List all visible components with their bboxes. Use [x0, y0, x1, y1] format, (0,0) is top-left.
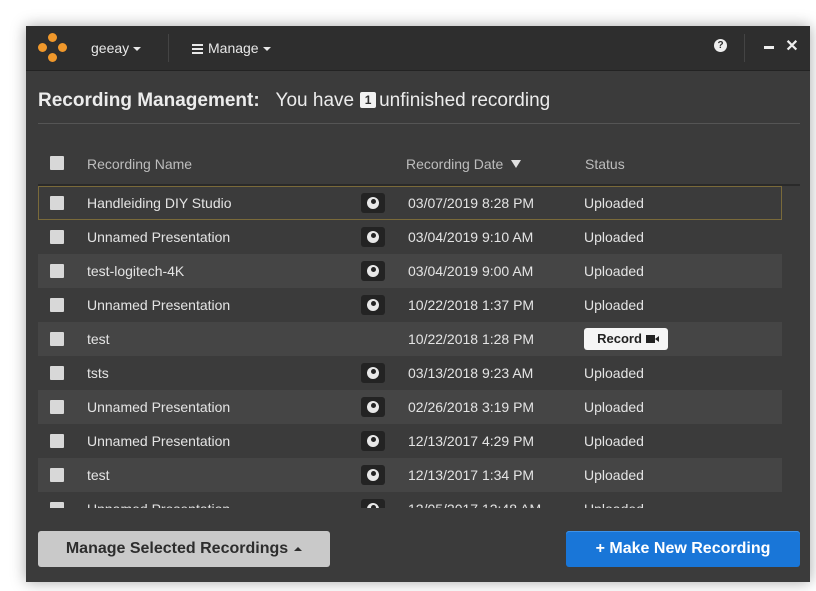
user-menu-button[interactable]: geeay: [91, 38, 142, 58]
globe-icon[interactable]: [361, 431, 385, 451]
page-title: Recording Management: You have 1 unfinishe…: [38, 90, 550, 112]
recording-name: tsts: [87, 365, 109, 381]
chevron-down-icon: [133, 47, 142, 52]
recording-date: 02/26/2018 3:19 PM: [408, 399, 535, 415]
table-row[interactable]: Unnamed Presentation 03/04/2019 9:10 AM …: [38, 220, 782, 254]
recording-name: test: [87, 331, 110, 347]
recording-name: test: [87, 467, 110, 483]
record-button[interactable]: Record: [584, 328, 668, 350]
list-icon: [192, 44, 203, 54]
recording-status: Uploaded: [584, 263, 644, 279]
recording-name: Unnamed Presentation: [87, 297, 231, 313]
row-checkbox[interactable]: [50, 264, 64, 278]
table-row[interactable]: Unnamed Presentation 12/05/2017 12:48 AM…: [38, 492, 782, 508]
table-row[interactable]: tsts 03/13/2018 9:23 AM Uploaded: [38, 356, 782, 390]
divider: [38, 123, 800, 124]
select-all-checkbox[interactable]: [50, 156, 64, 170]
recording-name: Unnamed Presentation: [87, 433, 231, 449]
manage-menu-button[interactable]: Manage: [192, 38, 271, 58]
row-checkbox[interactable]: [50, 332, 64, 346]
footer-bar: Manage Selected Recordings + Make New Re…: [26, 508, 810, 582]
recording-date: 12/13/2017 1:34 PM: [408, 467, 535, 483]
recording-status: Uploaded: [584, 195, 644, 211]
user-menu-label: geeay: [91, 40, 130, 56]
table-row[interactable]: test 10/22/2018 1:28 PM Record: [38, 322, 782, 356]
recording-name: Unnamed Presentation: [87, 229, 231, 245]
chevron-down-icon: [262, 47, 271, 52]
table-row[interactable]: test 12/13/2017 1:34 PM Uploaded: [38, 458, 782, 492]
manage-selected-label: Manage Selected Recordings: [65, 540, 289, 557]
minimize-icon[interactable]: [764, 46, 774, 49]
row-checkbox[interactable]: [50, 366, 64, 380]
unfinished-suffix: unfinished recording: [379, 90, 551, 111]
globe-icon[interactable]: [361, 295, 385, 315]
globe-icon[interactable]: [361, 193, 385, 213]
table-row[interactable]: Unnamed Presentation 10/22/2018 1:37 PM …: [38, 288, 782, 322]
column-header-date-label: Recording Date: [406, 156, 504, 172]
row-checkbox[interactable]: [50, 298, 64, 312]
recording-date: 03/04/2019 9:10 AM: [408, 229, 534, 245]
row-checkbox[interactable]: [50, 196, 64, 210]
chevron-up-icon: [294, 546, 303, 551]
recording-date: 03/13/2018 9:23 AM: [408, 365, 534, 381]
recording-status: Uploaded: [584, 229, 644, 245]
help-icon[interactable]: ?: [714, 39, 727, 52]
recording-date: 10/22/2018 1:28 PM: [408, 331, 535, 347]
recordings-list[interactable]: Handleiding DIY Studio 03/07/2019 8:28 P…: [38, 186, 782, 508]
unfinished-prefix: You have: [275, 90, 355, 111]
row-checkbox[interactable]: [50, 400, 64, 414]
recording-name: Unnamed Presentation: [87, 492, 230, 508]
record-button-label: Record: [597, 331, 642, 346]
table-row[interactable]: Unnamed Presentation 12/13/2017 4:29 PM …: [38, 424, 782, 458]
titlebar: geeay Manage ? ✕: [26, 26, 810, 71]
titlebar-divider: [168, 34, 169, 62]
video-camera-icon: [645, 335, 659, 343]
app-logo-icon: [38, 33, 68, 63]
unfinished-count-badge: 1: [360, 92, 377, 108]
manage-menu-label: Manage: [208, 40, 259, 56]
table-row[interactable]: test-logitech-4K 03/04/2019 9:00 AM Uplo…: [38, 254, 782, 288]
sort-down-icon: [511, 160, 522, 168]
row-checkbox[interactable]: [50, 434, 64, 448]
recording-date: 12/05/2017 12:48 AM: [408, 492, 541, 508]
recording-status: Uploaded: [584, 492, 644, 508]
recording-name: Handleiding DIY Studio: [87, 195, 232, 211]
page-title-label: Recording Management:: [38, 90, 260, 111]
recording-date: 12/13/2017 4:29 PM: [408, 433, 535, 449]
globe-icon[interactable]: [361, 465, 385, 485]
close-icon[interactable]: ✕: [784, 37, 800, 57]
recording-status: Uploaded: [584, 433, 644, 449]
globe-icon[interactable]: [361, 499, 385, 508]
titlebar-divider: [744, 34, 745, 62]
recording-date: 03/07/2019 8:28 PM: [408, 195, 535, 211]
manage-selected-button[interactable]: Manage Selected Recordings: [38, 531, 330, 567]
row-checkbox[interactable]: [50, 230, 64, 244]
recording-status: Uploaded: [584, 399, 644, 415]
recording-name: test-logitech-4K: [87, 263, 185, 279]
globe-icon[interactable]: [361, 261, 385, 281]
table-row[interactable]: Unnamed Presentation 02/26/2018 3:19 PM …: [38, 390, 782, 424]
recording-date: 03/04/2019 9:00 AM: [408, 263, 534, 279]
row-checkbox[interactable]: [50, 468, 64, 482]
recording-status: Uploaded: [584, 467, 644, 483]
recording-name: Unnamed Presentation: [87, 399, 231, 415]
globe-icon[interactable]: [361, 397, 385, 417]
column-header-status[interactable]: Status: [585, 156, 625, 172]
recording-date: 10/22/2018 1:37 PM: [408, 297, 535, 313]
column-header-date[interactable]: Recording Date: [406, 156, 522, 172]
globe-icon[interactable]: [361, 227, 385, 247]
column-header-name[interactable]: Recording Name: [87, 156, 192, 172]
globe-icon[interactable]: [361, 363, 385, 383]
recording-status: Uploaded: [584, 297, 644, 313]
recording-status: Uploaded: [584, 365, 644, 381]
table-row[interactable]: Handleiding DIY Studio 03/07/2019 8:28 P…: [38, 186, 782, 220]
recording-management-window: geeay Manage ? ✕ Recording Management: Y…: [26, 26, 810, 582]
make-new-recording-button[interactable]: + Make New Recording: [566, 531, 800, 567]
